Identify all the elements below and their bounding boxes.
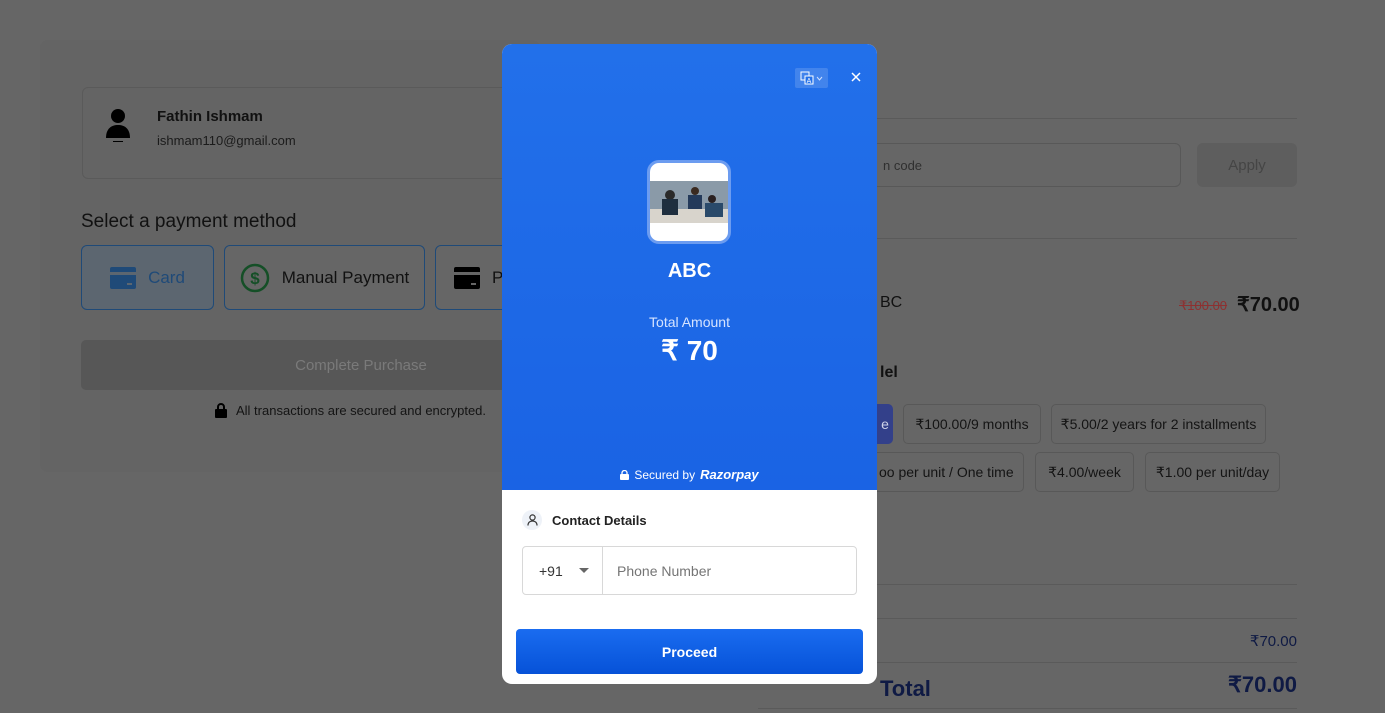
- apply-button[interactable]: Apply: [1197, 143, 1297, 187]
- payment-method-card[interactable]: Card: [81, 245, 214, 310]
- amount-label: Total Amount: [649, 314, 730, 330]
- close-icon[interactable]: [851, 72, 861, 82]
- secured-by: Secured by Razorpay: [502, 467, 877, 482]
- pricing-heading: lel: [880, 364, 898, 381]
- merchant-name: ABC: [667, 260, 712, 282]
- language-selector[interactable]: A: [795, 68, 828, 88]
- pricing-option[interactable]: e: [877, 404, 893, 444]
- caret-down-icon: [578, 567, 589, 573]
- pricing-option[interactable]: ₹1.00 per unit/day: [1145, 452, 1280, 492]
- dollar-circle-icon: $: [240, 263, 269, 292]
- user-card: Fathin Ishmam ishmam110@gmail.com: [82, 87, 522, 179]
- user-email: ishmam110@gmail.com: [157, 133, 296, 148]
- razorpay-logo: Razorpay: [700, 467, 759, 482]
- razorpay-checkout-modal: A ABC Total Amount ₹ 70 Secured by Razor…: [502, 44, 877, 684]
- pricing-option[interactable]: ₹100.00/9 months: [903, 404, 1041, 444]
- pricing-option[interactable]: oo per unit / One time: [877, 452, 1024, 492]
- pricing-option[interactable]: ₹4.00/week: [1035, 452, 1134, 492]
- total-value: ₹70.00: [1227, 672, 1297, 697]
- contact-icon-wrap: [522, 510, 542, 530]
- lock-icon: [215, 403, 227, 418]
- item-price: ₹70.00: [1237, 294, 1300, 316]
- modal-header: A ABC Total Amount ₹ 70 Secured by Razor…: [502, 44, 877, 490]
- user-icon: [106, 109, 130, 142]
- complete-purchase-button[interactable]: Complete Purchase: [81, 340, 541, 390]
- secure-note: All transactions are secured and encrypt…: [214, 402, 486, 418]
- payment-heading: Select a payment method: [81, 211, 297, 232]
- svg-text:A: A: [807, 78, 812, 85]
- lock-icon: [620, 469, 630, 480]
- total-label: Total: [880, 676, 931, 701]
- country-code-select[interactable]: +91: [523, 547, 603, 594]
- contact-heading: Contact Details: [552, 513, 647, 528]
- pricing-option[interactable]: ₹5.00/2 years for 2 installments: [1051, 404, 1266, 444]
- credit-card-icon: [110, 266, 137, 289]
- chevron-down-icon: [816, 76, 823, 81]
- user-icon: [526, 514, 538, 526]
- subtotal-value: ₹70.00: [1249, 633, 1297, 650]
- merchant-photo: [650, 181, 728, 223]
- coupon-input[interactable]: n code: [877, 143, 1181, 187]
- proceed-button[interactable]: Proceed: [516, 629, 863, 674]
- amount-value: ₹ 70: [661, 335, 718, 366]
- payment-method-manual[interactable]: $ Manual Payment: [224, 245, 425, 310]
- item-name: BC: [880, 294, 903, 311]
- card-icon: [454, 266, 480, 289]
- merchant-logo: [647, 160, 731, 244]
- svg-text:$: $: [250, 269, 260, 288]
- phone-number-input[interactable]: [603, 547, 856, 594]
- translate-icon: A: [800, 71, 814, 85]
- user-name: Fathin Ishmam: [157, 108, 263, 125]
- item-old-price: ₹100.00: [1179, 298, 1228, 313]
- phone-field: +91: [522, 546, 857, 595]
- divider: [758, 708, 1297, 709]
